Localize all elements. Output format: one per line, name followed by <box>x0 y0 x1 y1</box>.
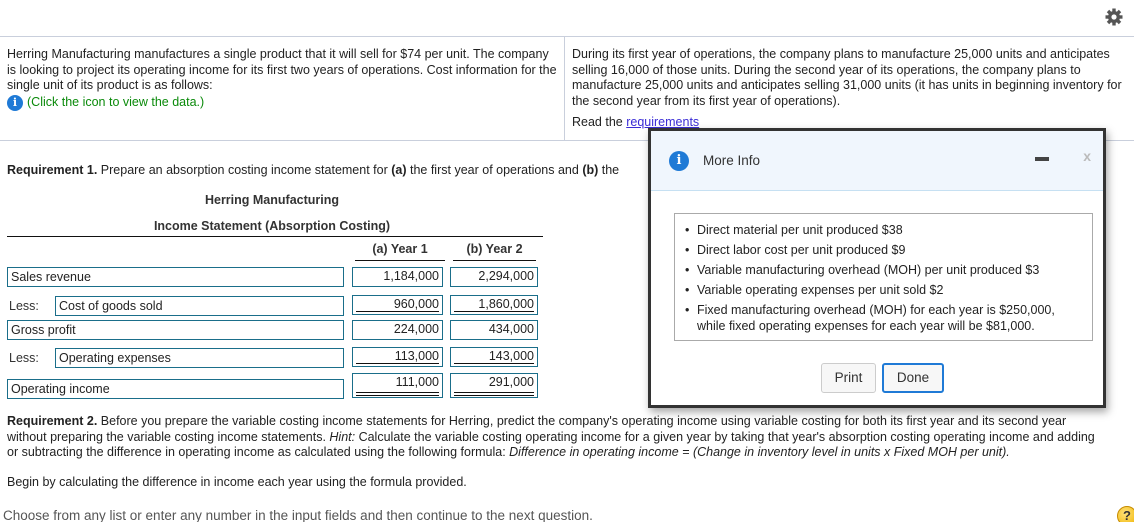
subtotal-underline <box>454 363 534 364</box>
column-header-year1: (a) Year 1 <box>372 242 428 256</box>
year1-value: 1,184,000 <box>383 269 439 283</box>
column-underline <box>355 260 445 261</box>
read-prefix: Read the <box>572 115 627 129</box>
req1-text-part: the <box>598 163 620 177</box>
subtotal-underline <box>454 311 534 312</box>
bullet-icon: • <box>685 303 690 317</box>
subtotal-underline <box>356 363 439 364</box>
panel-divider <box>564 37 565 141</box>
print-button[interactable]: Print <box>821 363 876 393</box>
cost-data-box: • Direct material per unit produced $38 •… <box>674 213 1093 341</box>
year2-value: 291,000 <box>488 375 534 389</box>
requirements-link[interactable]: requirements <box>626 115 699 129</box>
item-text: Direct material per unit produced $38 <box>697 223 903 237</box>
info-icon: i <box>669 151 689 171</box>
help-icon[interactable]: ? <box>1117 506 1134 522</box>
subtotal-underline <box>356 311 439 312</box>
info-icon[interactable]: i <box>7 94 23 111</box>
dialog-header: i More Info x <box>651 131 1103 191</box>
total-double-underline <box>356 392 439 396</box>
bullet-icon: • <box>685 243 690 257</box>
dialog-title: More Info <box>703 153 761 168</box>
req1-text-part: the first year of operations and <box>406 163 583 177</box>
req1-text-part: Prepare an absorption costing income sta… <box>97 163 392 177</box>
year1-value: 113,000 <box>394 349 439 363</box>
problem-intro-text: Herring Manufacturing manufactures a sin… <box>7 47 557 92</box>
hint-label: Hint: <box>329 429 356 444</box>
statement-title: Income Statement (Absorption Costing) <box>153 219 391 233</box>
list-item: • Fixed manufacturing overhead (MOH) for … <box>685 300 1084 334</box>
row-label-select[interactable]: Sales revenue <box>7 267 344 287</box>
top-toolbar <box>0 0 1134 37</box>
problem-left-panel: Herring Manufacturing manufactures a sin… <box>7 47 557 111</box>
problem-right-panel: During its first year of operations, the… <box>572 47 1127 131</box>
item-text: Variable manufacturing overhead (MOH) pe… <box>697 263 1040 277</box>
req1-b: (b) <box>582 163 599 177</box>
column-underline <box>453 260 536 261</box>
bullet-icon: • <box>685 283 690 297</box>
year1-value: 111,000 <box>395 375 439 389</box>
less-label: Less: <box>9 351 39 365</box>
problem-statement: Herring Manufacturing manufactures a sin… <box>0 37 1134 141</box>
view-data-text[interactable]: (Click the icon to view the data.) <box>27 95 204 111</box>
less-label: Less: <box>9 299 39 313</box>
year1-input[interactable]: 111,000 <box>352 373 443 398</box>
requirement-1-label: Requirement 1. <box>7 163 98 177</box>
begin-instruction: Begin by calculating the difference in i… <box>7 475 467 489</box>
table-row-gross-profit: Gross profit 224,000 434,000 <box>7 320 547 342</box>
list-item: • Variable operating expenses per unit so… <box>685 280 1084 300</box>
more-info-dialog: i More Info x • Direct material per unit … <box>648 128 1106 408</box>
list-item: • Variable manufacturing overhead (MOH) p… <box>685 260 1084 280</box>
view-data-link[interactable]: i (Click the icon to view the data.) <box>7 94 557 111</box>
problem-details-text: During its first year of operations, the… <box>572 47 1122 108</box>
minimize-icon[interactable] <box>1035 157 1049 161</box>
table-row-cost-of-goods-sold: Less: Cost of goods sold 960,000 1,860,0… <box>7 295 547 317</box>
year2-value: 1,860,000 <box>478 297 534 311</box>
list-item: • Direct labor cost per unit produced $9 <box>685 240 1084 260</box>
row-label-select[interactable]: Operating expenses <box>55 348 344 368</box>
table-row-operating-expenses: Less: Operating expenses 113,000 143,000 <box>7 347 547 369</box>
cost-data-list: • Direct material per unit produced $38 •… <box>685 220 1084 334</box>
req1-a: (a) <box>391 163 407 177</box>
year2-input[interactable]: 143,000 <box>450 347 538 367</box>
footer-hint: Choose from any list or enter any number… <box>3 508 593 522</box>
year1-value: 224,000 <box>393 322 439 336</box>
total-double-underline <box>454 392 534 396</box>
year2-value: 2,294,000 <box>478 269 534 283</box>
requirement-1-text: Requirement 1. Prepare an absorption cos… <box>7 163 619 177</box>
bullet-icon: • <box>685 223 690 237</box>
item-text: Fixed manufacturing overhead (MOH) for e… <box>697 303 1055 333</box>
row-label-select[interactable]: Gross profit <box>7 320 344 340</box>
year1-input[interactable]: 113,000 <box>352 347 443 367</box>
formula-text: Difference in operating income = (Change… <box>509 445 1010 459</box>
list-item: • Direct material per unit produced $38 <box>685 220 1084 240</box>
row-label-select[interactable]: Operating income <box>7 379 344 399</box>
year1-input[interactable]: 224,000 <box>352 320 443 340</box>
column-header-year2: (b) Year 2 <box>466 242 523 256</box>
gear-icon[interactable] <box>1104 7 1124 27</box>
year2-input[interactable]: 291,000 <box>450 373 538 398</box>
title-divider <box>7 236 543 237</box>
year2-input[interactable]: 434,000 <box>450 320 538 340</box>
table-row-sales-revenue: Sales revenue 1,184,000 2,294,000 <box>7 267 547 289</box>
year2-value: 434,000 <box>488 322 534 336</box>
year2-input[interactable]: 2,294,000 <box>450 267 538 287</box>
table-row-operating-income: Operating income 111,000 291,000 <box>7 373 547 401</box>
year1-input[interactable]: 960,000 <box>352 295 443 315</box>
row-label-select[interactable]: Cost of goods sold <box>55 296 344 316</box>
done-button[interactable]: Done <box>882 363 944 393</box>
year2-value: 143,000 <box>488 349 534 363</box>
requirement-2-text: Requirement 2. Before you prepare the va… <box>7 414 1107 461</box>
requirement-2-label: Requirement 2. <box>7 414 98 428</box>
item-text: Variable operating expenses per unit sol… <box>697 283 944 297</box>
close-icon[interactable]: x <box>1083 148 1091 164</box>
year1-input[interactable]: 1,184,000 <box>352 267 443 287</box>
item-text: Direct labor cost per unit produced $9 <box>697 243 906 257</box>
bullet-icon: • <box>685 263 690 277</box>
year1-value: 960,000 <box>393 297 439 311</box>
company-name: Herring Manufacturing <box>204 193 340 207</box>
year2-input[interactable]: 1,860,000 <box>450 295 538 315</box>
